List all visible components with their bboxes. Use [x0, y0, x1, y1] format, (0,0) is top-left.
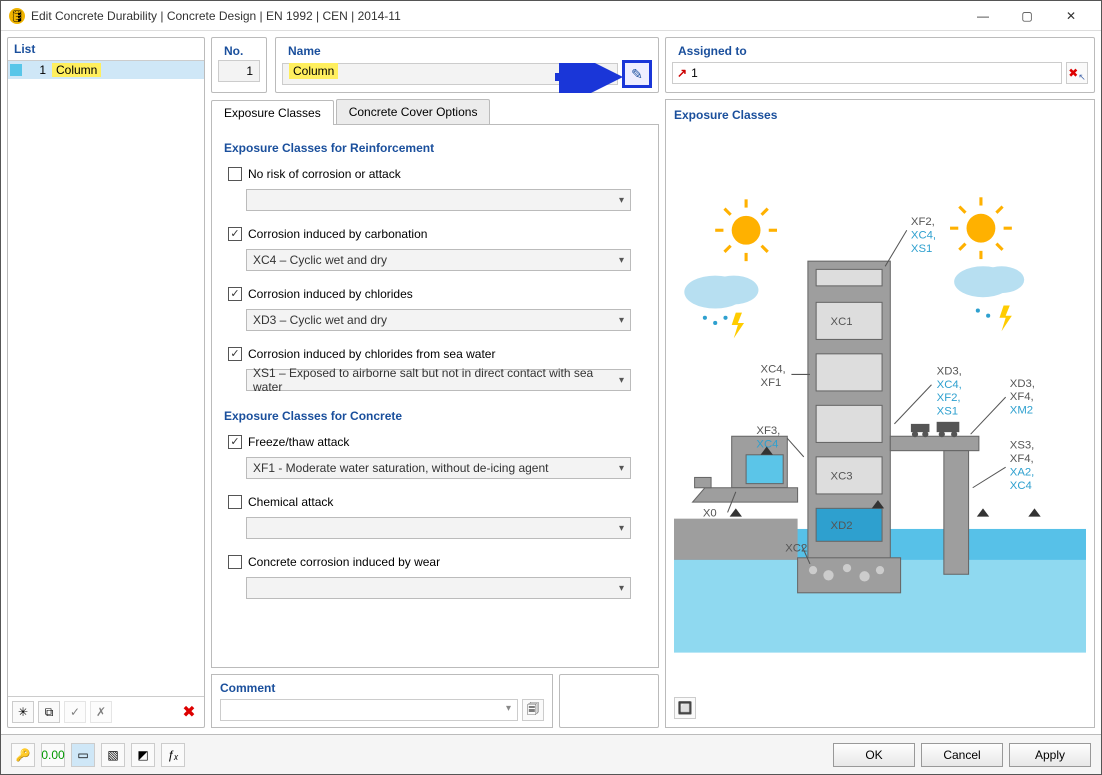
checkbox-chemical[interactable] [228, 495, 242, 509]
label-chlorides: Corrosion induced by chlorides [248, 287, 413, 301]
footer-view1-button[interactable]: ▭ [71, 743, 95, 767]
no-label: No. [218, 42, 260, 60]
name-input[interactable]: Column [282, 63, 618, 85]
check-button[interactable]: ✓ [64, 701, 86, 723]
svg-text:XC4,: XC4, [937, 379, 962, 391]
checkbox-chlorides[interactable] [228, 287, 242, 301]
comment-input[interactable]: ▾ [220, 699, 518, 721]
select-carbonation[interactable]: XC4 – Cyclic wet and dry▾ [246, 249, 631, 271]
list-header: List [8, 38, 204, 61]
copy-item-button[interactable]: ⧉ [38, 701, 60, 723]
svg-text:XM2: XM2 [1010, 405, 1033, 417]
uncheck-button[interactable]: ✗ [90, 701, 112, 723]
label-carbonation: Corrosion induced by carbonation [248, 227, 427, 241]
window-title: Edit Concrete Durability | Concrete Desi… [31, 9, 961, 23]
select-freeze[interactable]: XF1 - Moderate water saturation, without… [246, 457, 631, 479]
diagram-header: Exposure Classes [674, 108, 1086, 122]
select-wear[interactable]: ▾ [246, 577, 631, 599]
no-input[interactable] [218, 60, 260, 82]
assigned-pick-button[interactable]: ✖↖ [1066, 62, 1088, 84]
comment-label: Comment [220, 681, 544, 695]
label-wear: Concrete corrosion induced by wear [248, 555, 440, 569]
checkbox-no-risk[interactable] [228, 167, 242, 181]
select-chemical[interactable]: ▾ [246, 517, 631, 539]
edit-name-button[interactable]: ✎ [622, 60, 652, 88]
svg-text:XF2,: XF2, [911, 216, 935, 228]
svg-text:XD3,: XD3, [937, 365, 962, 377]
svg-text:XC4: XC4 [1010, 480, 1032, 492]
svg-text:XD2: XD2 [831, 520, 853, 532]
exposure-diagram: XF2, XC4, XS1 XC1 XC4, XF1 XD3, XC4, XF2… [674, 128, 1086, 693]
svg-text:XF4,: XF4, [1010, 391, 1034, 403]
footer-units-button[interactable]: 0.00 [41, 743, 65, 767]
close-button[interactable]: ✕ [1049, 2, 1093, 30]
checkbox-wear[interactable] [228, 555, 242, 569]
select-seawater[interactable]: XS1 – Exposed to airborne salt but not i… [246, 369, 631, 391]
svg-text:XC2: XC2 [785, 543, 807, 555]
assigned-to-label: Assigned to [672, 42, 1088, 60]
label-no-risk: No risk of corrosion or attack [248, 167, 401, 181]
section-reinforcement-header: Exposure Classes for Reinforcement [224, 141, 646, 155]
svg-text:XC1: XC1 [831, 316, 853, 328]
list-item[interactable]: 1 Column [8, 61, 204, 79]
svg-text:XC4,: XC4, [911, 229, 936, 241]
section-concrete-header: Exposure Classes for Concrete [224, 409, 646, 423]
select-no-risk[interactable]: ▾ [246, 189, 631, 211]
svg-text:XS1: XS1 [937, 406, 958, 418]
svg-text:XF3,: XF3, [756, 425, 780, 437]
checkbox-freeze[interactable] [228, 435, 242, 449]
select-chlorides[interactable]: XD3 – Cyclic wet and dry▾ [246, 309, 631, 331]
list-item-number: 1 [28, 63, 46, 77]
minimize-button[interactable]: — [961, 2, 1005, 30]
new-item-button[interactable]: ✳ [12, 701, 34, 723]
list-item-color-icon [10, 64, 22, 76]
name-label: Name [282, 42, 652, 60]
diagram-legend-button[interactable]: 🔲 [674, 697, 696, 719]
svg-text:XF4,: XF4, [1010, 453, 1034, 465]
svg-text:XS1: XS1 [911, 243, 932, 255]
svg-text:XS3,: XS3, [1010, 440, 1035, 452]
checkbox-carbonation[interactable] [228, 227, 242, 241]
cancel-button[interactable]: Cancel [921, 743, 1003, 767]
titlebar: 🛢 Edit Concrete Durability | Concrete De… [1, 1, 1101, 31]
assigned-to-input[interactable]: ↗1 [672, 62, 1062, 84]
footer-script-button[interactable]: ƒₓ [161, 743, 185, 767]
checkbox-seawater[interactable] [228, 347, 242, 361]
svg-text:XF2,: XF2, [937, 392, 961, 404]
list-body[interactable]: 1 Column [8, 61, 204, 696]
tab-concrete-cover-options[interactable]: Concrete Cover Options [336, 99, 491, 124]
label-seawater: Corrosion induced by chlorides from sea … [248, 347, 495, 361]
ok-button[interactable]: OK [833, 743, 915, 767]
label-chemical: Chemical attack [248, 495, 333, 509]
footer-view3-button[interactable]: ◩ [131, 743, 155, 767]
footer-view2-button[interactable]: ▧ [101, 743, 125, 767]
pencil-icon: ✎ [631, 66, 643, 83]
footer-help-button[interactable]: 🔑 [11, 743, 35, 767]
svg-text:XF1: XF1 [761, 377, 782, 389]
comment-library-button[interactable]: 🗐 [522, 699, 544, 721]
svg-text:XD3,: XD3, [1010, 378, 1035, 390]
delete-item-button[interactable]: ✖ [178, 701, 200, 723]
svg-text:XA2,: XA2, [1010, 466, 1035, 478]
tab-exposure-classes[interactable]: Exposure Classes [211, 100, 334, 125]
maximize-button[interactable]: ▢ [1005, 2, 1049, 30]
svg-text:XC4,: XC4, [761, 363, 786, 375]
list-panel: List 1 Column ✳ ⧉ ✓ ✗ ✖ [7, 37, 205, 728]
app-icon: 🛢 [9, 8, 25, 24]
apply-button[interactable]: Apply [1009, 743, 1091, 767]
svg-text:XC3: XC3 [831, 471, 853, 483]
list-item-name: Column [52, 63, 101, 77]
svg-text:X0: X0 [703, 508, 717, 520]
label-freeze: Freeze/thaw attack [248, 435, 349, 449]
member-icon: ↗ [677, 66, 687, 80]
